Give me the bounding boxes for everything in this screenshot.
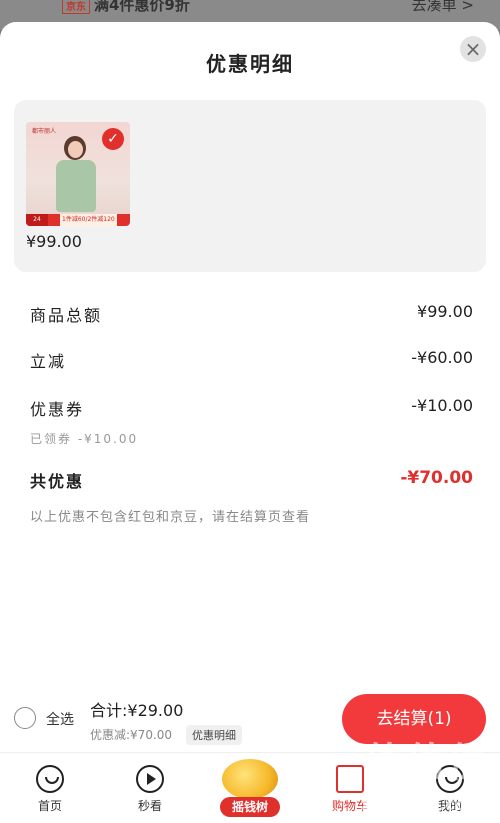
product-box: 都市丽人 ✓ 24 1件减60/2件减120 ¥99.00 [14, 100, 486, 272]
select-all-label[interactable]: 全选 [46, 709, 74, 729]
money-tree-button[interactable]: 摇钱树 [214, 753, 286, 823]
coupon-sub-text: 已领券 -¥10.00 [30, 432, 139, 446]
money-tree-icon [222, 759, 278, 799]
row-label: 立减 [30, 352, 67, 371]
play-icon [136, 765, 164, 793]
check-icon[interactable]: ✓ [102, 128, 124, 150]
row-label: 优惠券 [30, 400, 85, 419]
thumbnail-logo: 都市丽人 [32, 128, 57, 135]
select-all-radio[interactable] [14, 707, 36, 729]
money-tree-label: 摇钱树 [220, 797, 280, 817]
background-promo: 京东 满4件惠价9折 [62, 0, 190, 15]
row-value: ¥99.00 [417, 302, 473, 321]
background-link: 去凑单 > [411, 0, 474, 14]
watermark: 值值值 [364, 740, 490, 786]
background-tag: 京东 [62, 0, 90, 14]
row-value: -¥10.00 [411, 396, 473, 415]
sheet-title: 优惠明细 [206, 52, 294, 76]
discount-note: 以上优惠不包含红包和京豆，请在结算页查看 [30, 510, 311, 525]
discount-detail-chip[interactable]: 优惠明细 [186, 725, 242, 745]
row-label: 商品总额 [30, 306, 103, 325]
tab-label: 秒看 [137, 799, 162, 813]
discount-detail-sheet: 优惠明细 × 都市丽人 ✓ 24 1件减60/2件减120 ¥99.00 商品总额… [0, 22, 500, 752]
product-thumbnail[interactable]: 都市丽人 ✓ 24 1件减60/2件减120 [26, 122, 130, 226]
home-smile-icon [36, 765, 64, 793]
tab-home[interactable]: 首页 [15, 753, 85, 823]
checkout-discount: 优惠减:¥70.00 [90, 728, 173, 742]
thumbnail-promo-bar: 24 1件减60/2件减120 [26, 214, 130, 226]
row-value: -¥60.00 [411, 348, 473, 367]
cart-icon [336, 765, 364, 793]
close-icon[interactable]: × [460, 36, 486, 62]
product-price: ¥99.00 [26, 232, 82, 251]
thumbnail-model-face [68, 141, 83, 158]
tab-label: 首页 [37, 799, 62, 813]
thumbnail-model-dress [56, 160, 96, 212]
background-promo-text: 满4件惠价9折 [94, 0, 190, 14]
total-discount-value: -¥70.00 [400, 468, 473, 488]
promo-number: 24 [26, 214, 48, 226]
tab-video[interactable]: 秒看 [115, 753, 185, 823]
promo-text: 1件减60/2件减120 [60, 214, 117, 226]
checkout-total: 合计:¥29.00 [90, 701, 184, 720]
watermark-url: zhizhizhi.com [360, 795, 482, 814]
total-discount-label: 共优惠 [30, 472, 85, 491]
